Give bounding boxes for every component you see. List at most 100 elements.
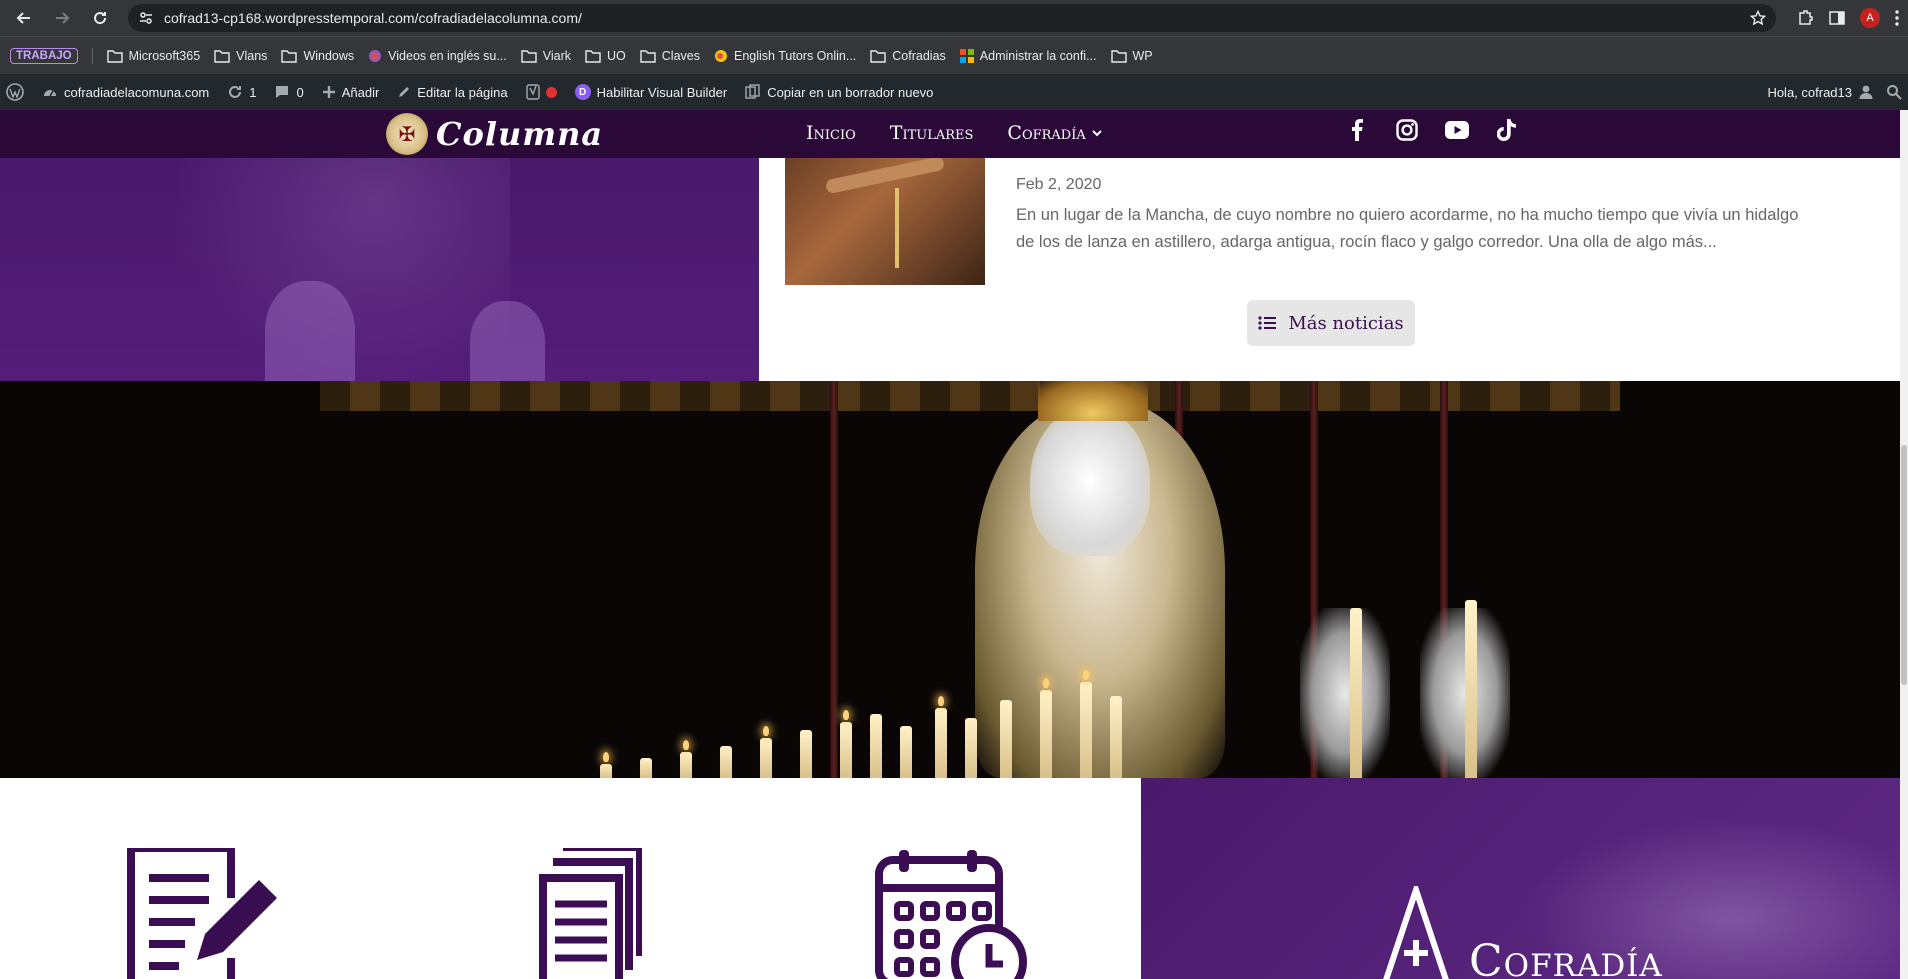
page-scrollbar[interactable]: [1900, 110, 1908, 979]
virgin-crown: [1038, 381, 1148, 421]
candle: [600, 764, 612, 778]
candle: [680, 752, 692, 778]
social-links: [1345, 118, 1519, 142]
browser-window: cofrad13-cp168.wordpresstemporal.com/cof…: [0, 0, 1908, 979]
canopy-pole: [830, 381, 838, 778]
menu-item-label: Titulares: [889, 122, 974, 144]
back-button[interactable]: [8, 2, 40, 34]
site-logo[interactable]: ✠ Columna: [386, 113, 603, 155]
candle: [640, 758, 652, 778]
wp-add-new[interactable]: Añadir: [322, 85, 379, 100]
dashboard-icon: [44, 90, 56, 97]
candle: [760, 738, 772, 778]
wp-comments[interactable]: 0: [274, 84, 304, 100]
scrollbar-thumb[interactable]: [1901, 445, 1907, 685]
bookmark-label: Vlans: [236, 48, 268, 63]
bookmark-group-trabajo[interactable]: TRABAJO: [10, 47, 78, 64]
bookmark-microsoft365[interactable]: Microsoft365: [106, 49, 200, 63]
wp-seo[interactable]: [525, 84, 557, 100]
wp-logo-button[interactable]: [6, 83, 24, 101]
facebook-icon[interactable]: [1345, 118, 1369, 142]
news-thumbnail[interactable]: [785, 158, 985, 285]
bookmark-label: UO: [607, 48, 626, 63]
wp-edit-page[interactable]: Editar la página: [397, 85, 508, 100]
wp-account[interactable]: Hola, cofrad13: [1767, 84, 1874, 100]
profile-avatar[interactable]: A: [1860, 8, 1880, 28]
wp-updates-count: 1: [249, 84, 257, 100]
folder-icon: [106, 49, 123, 63]
bookmark-english-tutors[interactable]: English Tutors Onlin...: [714, 49, 856, 63]
form-edit-icon[interactable]: [127, 844, 277, 979]
wp-updates[interactable]: 1: [227, 84, 256, 100]
copy-icon: [745, 84, 760, 99]
bookmark-label: Windows: [303, 48, 355, 63]
bookmark-viark[interactable]: Viark: [521, 49, 571, 63]
wp-site-name[interactable]: cofradiadelacomuna.com: [42, 84, 209, 100]
youtube-icon[interactable]: [1445, 118, 1469, 142]
wp-visual-builder[interactable]: D Habilitar Visual Builder: [574, 84, 728, 100]
reload-button[interactable]: [84, 2, 116, 34]
side-panel-icon[interactable]: [1828, 9, 1846, 27]
site-info-icon[interactable]: [138, 10, 154, 26]
arrow-left-icon: [16, 12, 30, 24]
wp-admin-right: Hola, cofrad13: [1767, 84, 1902, 100]
candle: [800, 730, 812, 778]
wp-site-name-label: cofradiadelacomuna.com: [64, 84, 210, 100]
post-excerpt: En un lugar de la Mancha, de cuyo nombre…: [1016, 206, 1799, 251]
menu-item-inicio[interactable]: Inicio: [806, 122, 856, 144]
comment-icon: [276, 86, 289, 98]
browser-toolbar: cofrad13-cp168.wordpresstemporal.com/cof…: [0, 0, 1908, 36]
search-icon[interactable]: [1886, 84, 1902, 100]
instagram-icon[interactable]: [1395, 118, 1419, 142]
folder-icon: [281, 49, 298, 63]
bookmark-wp[interactable]: WP: [1110, 49, 1153, 63]
bookmark-windows[interactable]: Windows: [281, 49, 354, 63]
calendar-clock-icon[interactable]: [875, 848, 1030, 979]
bookmark-claves[interactable]: Claves: [640, 49, 700, 63]
more-menu-icon[interactable]: [1894, 9, 1900, 27]
folder-icon: [870, 49, 886, 63]
extensions-icon[interactable]: [1796, 9, 1814, 27]
forward-button[interactable]: [46, 2, 78, 34]
menu-item-titulares[interactable]: Titulares: [890, 122, 974, 144]
tiktok-icon[interactable]: [1495, 118, 1519, 142]
bookmark-videos[interactable]: Videos en inglés su...: [368, 49, 507, 63]
wordpress-icon: [6, 83, 24, 101]
seo-status-dot: [545, 86, 557, 98]
candle-flame: [938, 696, 944, 706]
site-header: ✠ Columna Inicio Titulares Cofradía: [0, 110, 1900, 158]
candle-flame: [763, 726, 769, 736]
wp-visual-builder-label: Habilitar Visual Builder: [596, 84, 728, 100]
candle-flame: [1043, 678, 1049, 688]
bookmark-cofradias[interactable]: Cofradias: [870, 49, 946, 63]
wp-admin-bar: cofradiadelacomuna.com 1 0 Añadir Editar…: [0, 74, 1908, 110]
more-news-button[interactable]: Más noticias: [1247, 300, 1415, 346]
bookmark-administrar[interactable]: Administrar la confi...: [959, 48, 1097, 63]
candle: [1465, 600, 1477, 778]
bookmark-star-icon[interactable]: [1750, 10, 1766, 26]
url-text[interactable]: cofrad13-cp168.wordpresstemporal.com/cof…: [164, 10, 1740, 26]
address-bar[interactable]: cofrad13-cp168.wordpresstemporal.com/cof…: [128, 4, 1776, 32]
updates-icon: [229, 86, 242, 98]
candle: [900, 726, 912, 778]
post-date: Feb 2, 2020: [1016, 176, 1102, 193]
reload-icon: [94, 12, 107, 25]
folder-icon: [214, 49, 230, 63]
cofradia-block[interactable]: Cofradía: [1141, 778, 1900, 979]
bookmark-vlans[interactable]: Vlans: [214, 49, 267, 63]
logo-text: Columna: [436, 115, 604, 153]
main-menu: Inicio Titulares Cofradía: [806, 122, 1102, 144]
bookmark-uo[interactable]: UO: [585, 49, 626, 63]
menu-item-cofradia[interactable]: Cofradía: [1007, 122, 1102, 144]
wp-copy-draft[interactable]: Copiar en un borrador nuevo: [745, 84, 933, 100]
news-side-image: [0, 158, 759, 391]
folder-icon: [521, 49, 537, 63]
bookmark-label: Cofradias: [892, 48, 946, 63]
site-icon: [715, 49, 727, 62]
bookmark-label: English Tutors Onlin...: [734, 48, 857, 63]
canopy-fringe: [320, 381, 1620, 411]
bookmarks-bar: TRABAJO Microsoft365 Vlans Windows Video…: [0, 36, 1908, 74]
bookmark-label: Claves: [661, 48, 700, 63]
documents-icon[interactable]: [525, 845, 645, 979]
candle: [965, 718, 977, 778]
